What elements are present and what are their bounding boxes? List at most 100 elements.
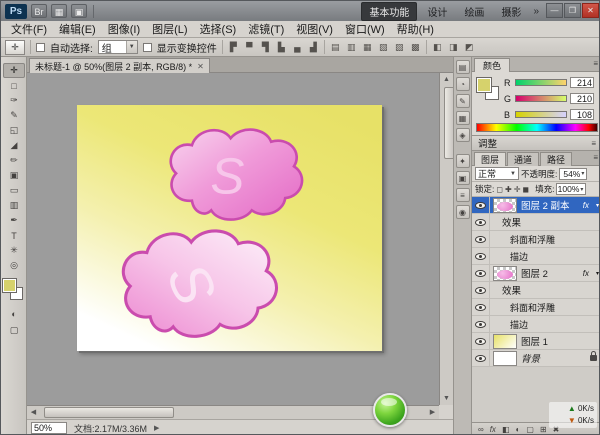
scroll-left-icon[interactable]: ◀ [27, 406, 40, 419]
align-bottom-icon[interactable]: ▟ [308, 42, 319, 53]
align-center-icon[interactable]: ▀ [244, 42, 255, 52]
red-channel-slider[interactable] [515, 79, 567, 86]
effects-row[interactable]: 效果 [472, 282, 600, 299]
collapse-arrow-icon[interactable]: ▾ [596, 202, 599, 209]
tool-brush[interactable]: ✏ [3, 153, 25, 168]
menu-window[interactable]: 窗口(W) [339, 21, 391, 37]
layer-mask-button[interactable]: ◧ [502, 425, 510, 434]
visibility-toggle[interactable] [472, 248, 490, 265]
tab-paths[interactable]: 路径 [540, 152, 572, 166]
tool-eyedropper[interactable]: ◢ [3, 138, 25, 153]
align-right-icon[interactable]: ▜ [260, 42, 271, 53]
blend-mode-dropdown[interactable]: 正常 ▼ [475, 167, 519, 180]
opacity-input[interactable]: 54% ▾ [559, 168, 587, 180]
lock-all-icon[interactable]: ◼ [522, 185, 529, 194]
menu-select[interactable]: 选择(S) [194, 21, 243, 37]
panel-menu-icon[interactable]: ≡ [593, 59, 598, 68]
restore-button[interactable]: ❐ [564, 3, 581, 18]
menu-view[interactable]: 视图(V) [290, 21, 339, 37]
layer-name[interactable]: 图层 1 [521, 334, 548, 348]
visibility-toggle[interactable] [472, 299, 490, 316]
link-layers-button[interactable]: ∞ [478, 425, 484, 434]
tab-color[interactable]: 颜色 [474, 58, 510, 72]
layer-thumbnail[interactable] [493, 266, 517, 281]
panel-icon-brush[interactable]: ✎ [456, 94, 470, 108]
minimize-button[interactable]: — [546, 3, 563, 18]
panel-icon-navigator[interactable]: ▤ [456, 60, 470, 74]
canvas-area[interactable]: S S [27, 73, 439, 405]
layer-name[interactable]: 图层 2 [521, 266, 548, 280]
effect-row-stroke[interactable]: 描边 [472, 316, 600, 333]
extra-option-icon-1[interactable]: ◧ [432, 42, 443, 53]
workspace-painting[interactable]: 绘画 [457, 3, 491, 20]
visibility-toggle[interactable] [472, 231, 490, 248]
panel-icon-swatches[interactable]: ✦ [456, 154, 470, 168]
document-canvas[interactable]: S S [77, 105, 382, 351]
distribute-icon-1[interactable]: ▤ [330, 42, 341, 53]
layer-row-layer2[interactable]: 图层 2 fx ▾ [472, 265, 600, 282]
layer-name[interactable]: 图层 2 副本 [521, 198, 570, 212]
menu-file[interactable]: 文件(F) [5, 21, 53, 37]
document-tab[interactable]: 未标题-1 @ 50%(图层 2 副本, RGB/8) * ✕ [29, 58, 210, 73]
visibility-toggle[interactable] [472, 265, 490, 282]
lock-position-icon[interactable]: ✛ [514, 185, 521, 194]
extra-option-icon-2[interactable]: ◨ [448, 42, 459, 53]
align-middle-icon[interactable]: ▄ [292, 42, 303, 52]
scroll-up-icon[interactable]: ▲ [440, 73, 453, 86]
zoom-level-input[interactable]: 50% [31, 422, 67, 434]
green-channel-slider[interactable] [515, 95, 567, 102]
bridge-icon[interactable]: Br [31, 4, 47, 18]
arrange-documents-icon[interactable]: ▣ [71, 4, 87, 18]
visibility-toggle[interactable] [472, 316, 490, 333]
distribute-icon-4[interactable]: ▧ [378, 42, 389, 53]
view-extras-icon[interactable]: ▦ [51, 4, 67, 18]
menu-help[interactable]: 帮助(H) [391, 21, 440, 37]
status-menu-icon[interactable]: ▶ [154, 424, 159, 432]
tab-layers[interactable]: 图层 [474, 152, 506, 166]
menu-image[interactable]: 图像(I) [102, 21, 146, 37]
tool-lasso[interactable]: ✑ [3, 93, 25, 108]
tool-marquee[interactable]: □ [3, 78, 25, 93]
tool-crop[interactable]: ◱ [3, 123, 25, 138]
foreground-color-swatch[interactable] [3, 279, 16, 292]
layer-thumbnail[interactable] [493, 198, 517, 213]
align-top-icon[interactable]: ▙ [276, 42, 287, 53]
layer-thumbnail[interactable] [493, 351, 517, 366]
distribute-icon-6[interactable]: ▩ [410, 42, 421, 53]
extra-option-icon-3[interactable]: ◩ [464, 42, 475, 53]
panel-icon-character[interactable]: ≡ [456, 188, 470, 202]
visibility-toggle[interactable] [472, 197, 490, 214]
tab-close-icon[interactable]: ✕ [197, 62, 204, 71]
screen-mode-button[interactable]: ▢ [3, 323, 25, 337]
tool-zoom[interactable]: ◎ [3, 258, 25, 273]
align-left-icon[interactable]: ▛ [228, 42, 239, 53]
distribute-icon-2[interactable]: ▥ [346, 42, 357, 53]
auto-select-dropdown[interactable]: 组 ▼ [98, 40, 138, 54]
effect-row-stroke[interactable]: 描边 [472, 248, 600, 265]
blue-channel-value[interactable]: 108 [570, 109, 594, 120]
floating-ball-widget[interactable] [373, 393, 407, 427]
distribute-icon-3[interactable]: ▦ [362, 42, 373, 53]
red-channel-value[interactable]: 214 [570, 77, 594, 88]
horizontal-scroll-thumb[interactable] [44, 407, 174, 418]
tool-clone-stamp[interactable]: ▣ [3, 168, 25, 183]
scroll-down-icon[interactable]: ▼ [440, 392, 453, 405]
lock-pixels-icon[interactable]: ✚ [505, 185, 512, 194]
fill-input[interactable]: 100% ▾ [556, 183, 586, 195]
tab-channels[interactable]: 通道 [507, 152, 539, 166]
layer-name[interactable]: 背景 [521, 351, 540, 365]
tool-gradient[interactable]: ▥ [3, 198, 25, 213]
auto-select-checkbox[interactable] [36, 43, 45, 52]
distribute-icon-5[interactable]: ▨ [394, 42, 405, 53]
new-group-button[interactable]: ▢ [526, 425, 534, 434]
panel-menu-icon[interactable]: ≡ [593, 153, 598, 162]
foreground-color-swatch[interactable] [477, 78, 491, 92]
panel-icon-actions[interactable]: ▣ [456, 171, 470, 185]
visibility-toggle[interactable] [472, 214, 490, 231]
scroll-right-icon[interactable]: ▶ [426, 406, 439, 419]
panel-icon-styles[interactable]: ◈ [456, 128, 470, 142]
tool-hand[interactable]: ✳ [3, 243, 25, 258]
layer-row-layer2-copy[interactable]: 图层 2 副本 fx ▾ [472, 197, 600, 214]
panel-icon-info[interactable]: ▦ [456, 111, 470, 125]
adjustment-layer-button[interactable]: ◐ [516, 425, 521, 434]
